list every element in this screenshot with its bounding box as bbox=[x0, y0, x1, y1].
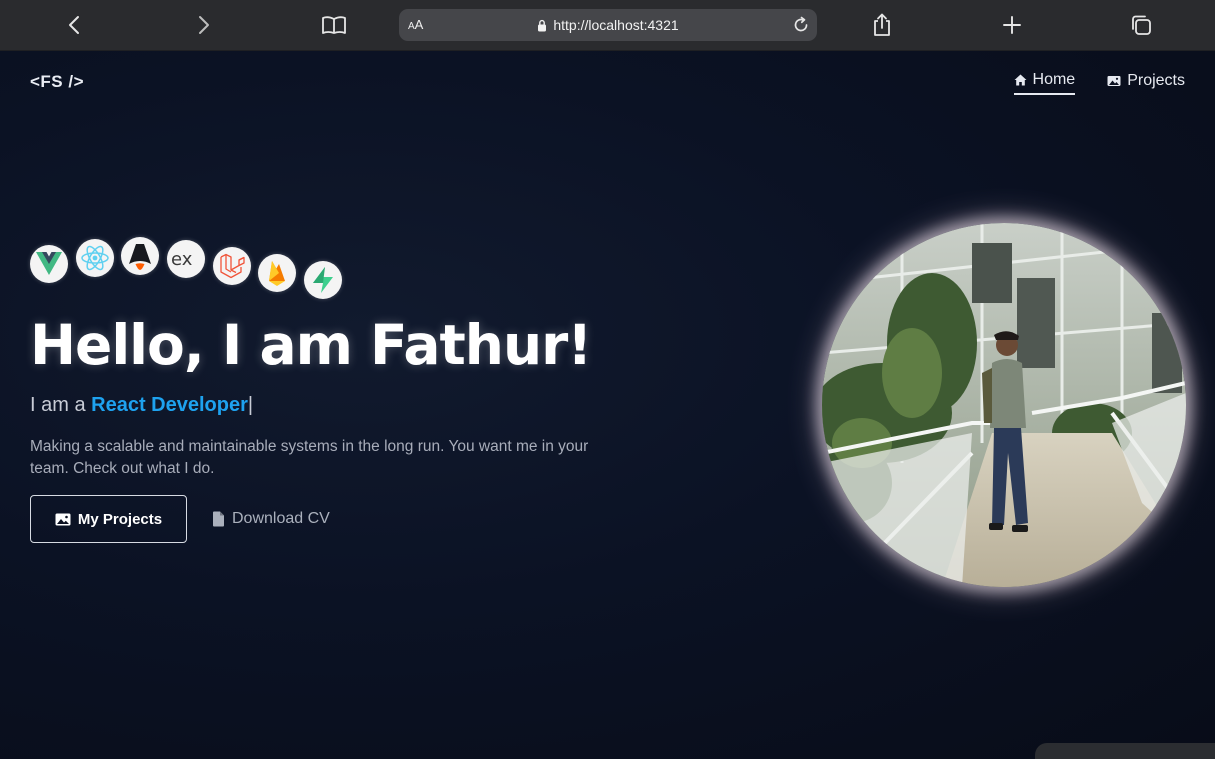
browser-toolbar: AA http://localhost:4321 bbox=[0, 0, 1215, 51]
url-text: http://localhost:4321 bbox=[553, 17, 679, 33]
chevron-left-icon bbox=[69, 16, 79, 34]
portfolio-page: <FS /> Home Projects ex Hello, I am Fath… bbox=[0, 51, 1215, 759]
hero-description: Making a scalable and maintainable syste… bbox=[30, 438, 589, 477]
document-icon bbox=[213, 511, 224, 527]
image-icon bbox=[55, 513, 71, 525]
typing-cursor: | bbox=[247, 394, 254, 416]
astro-icon bbox=[121, 237, 159, 275]
reload-button[interactable] bbox=[791, 15, 811, 35]
plus-icon bbox=[1003, 16, 1021, 34]
nav-item-projects[interactable]: Projects bbox=[1107, 71, 1185, 95]
typed-role: React Developer bbox=[91, 394, 248, 416]
new-tab-button[interactable] bbox=[996, 10, 1028, 40]
tech-stack-icons: ex bbox=[30, 237, 350, 301]
react-icon bbox=[76, 239, 114, 277]
nav-item-home[interactable]: Home bbox=[1013, 71, 1076, 95]
book-icon bbox=[322, 16, 346, 34]
forward-button[interactable] bbox=[188, 10, 220, 40]
nav-home-label: Home bbox=[1032, 71, 1076, 88]
image-icon bbox=[1107, 76, 1121, 86]
back-button[interactable] bbox=[58, 10, 90, 40]
main-nav: Home Projects bbox=[1013, 71, 1185, 95]
share-icon bbox=[874, 13, 890, 36]
profile-photo bbox=[822, 223, 1186, 587]
my-projects-button[interactable]: My Projects bbox=[30, 495, 187, 543]
svg-text:ex: ex bbox=[171, 249, 193, 270]
supabase-icon bbox=[304, 261, 342, 299]
hero-headline: Hello, I am Fathur! bbox=[30, 313, 592, 377]
download-cv-button[interactable]: Download CV bbox=[212, 507, 330, 531]
share-button[interactable] bbox=[866, 10, 898, 40]
laravel-icon bbox=[213, 247, 251, 285]
bookmarks-button[interactable] bbox=[318, 10, 350, 40]
corner-toolbar bbox=[1035, 743, 1215, 759]
address-bar[interactable]: AA http://localhost:4321 bbox=[399, 9, 817, 41]
download-cv-label: Download CV bbox=[232, 510, 330, 527]
express-icon: ex bbox=[167, 240, 205, 278]
nav-projects-label: Projects bbox=[1127, 72, 1185, 89]
chevron-right-icon bbox=[199, 16, 209, 34]
reload-icon bbox=[794, 16, 808, 32]
site-logo[interactable]: <FS /> bbox=[30, 72, 84, 92]
my-projects-label: My Projects bbox=[77, 510, 163, 528]
vue-icon bbox=[30, 245, 68, 283]
home-icon bbox=[1014, 74, 1027, 86]
firebase-icon bbox=[258, 254, 296, 292]
intro-prefix: I am a bbox=[30, 394, 86, 416]
tabs-overview-button[interactable] bbox=[1125, 10, 1157, 40]
hero-subline: I am a React Developer| bbox=[30, 394, 253, 417]
lock-icon bbox=[538, 19, 547, 31]
tabs-icon bbox=[1132, 15, 1151, 35]
